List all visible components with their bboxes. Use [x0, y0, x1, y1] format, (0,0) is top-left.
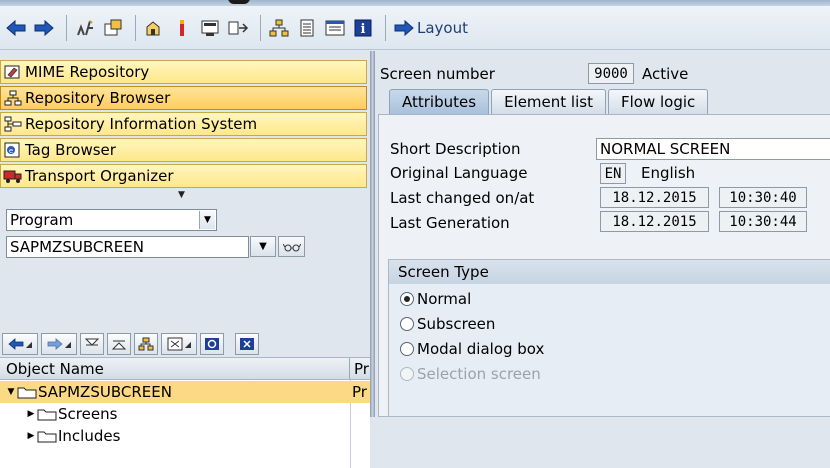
svg-text:e: e	[9, 147, 13, 155]
repository-browser-icon	[3, 89, 23, 107]
repository-info-system-button[interactable]: Repository Information System	[0, 112, 367, 136]
expanded-icon[interactable]: ▼	[6, 387, 16, 397]
tag-browser-icon: e	[3, 141, 23, 159]
chevron-down-icon[interactable]: ▼	[199, 211, 215, 229]
mime-repository-icon	[3, 63, 23, 81]
close-icon	[240, 338, 254, 350]
refresh-icon	[205, 338, 219, 350]
last-generation-date: 18.12.2015	[600, 211, 709, 232]
collapse-icon	[111, 340, 127, 350]
check-icon[interactable]	[142, 16, 166, 40]
repository-info-icon	[3, 115, 23, 133]
radio-normal[interactable]: Normal	[400, 290, 471, 308]
collapse-arrow-icon[interactable]: ▼	[178, 190, 185, 200]
object-name-input[interactable]: SAPMZSUBCREEN	[6, 236, 249, 258]
original-language-label: Original Language	[390, 164, 528, 182]
layout-arrow-icon	[394, 19, 414, 36]
tree-toolbar: ◢ ◢ ◢	[0, 332, 370, 356]
test-icon[interactable]	[198, 16, 222, 40]
language-code-field: EN	[600, 163, 626, 184]
svg-text:i: i	[361, 22, 366, 37]
radio-subscreen[interactable]: Subscreen	[400, 315, 495, 333]
language-name: English	[641, 164, 696, 182]
back-arrow-icon[interactable]	[4, 16, 28, 40]
screen-painter: Screen number 9000 Active Attributes Ele…	[375, 51, 830, 417]
folder-icon	[36, 406, 58, 422]
transport-organizer-icon	[3, 167, 23, 185]
object-list-icon[interactable]	[295, 16, 319, 40]
screen-type-group: Screen Type Normal Subscreen Modal dialo…	[388, 259, 830, 417]
object-name-dropdown-button[interactable]: ▼	[250, 236, 276, 257]
folder-icon	[16, 384, 38, 400]
hierarchy-icon	[138, 337, 154, 351]
last-changed-label: Last changed on/at	[390, 189, 535, 207]
collapsed-icon[interactable]: ▶	[26, 431, 36, 441]
tree-row[interactable]: ▼ SAPMZSUBCREEN Pr	[0, 381, 370, 403]
folder-icon	[36, 428, 58, 444]
chevron-down-icon: ▼	[259, 241, 267, 252]
back-arrow-icon	[8, 338, 24, 350]
expand-icon	[84, 338, 100, 346]
tree-back-button[interactable]: ◢	[2, 333, 38, 355]
other-object-icon[interactable]	[101, 16, 125, 40]
object-tree: ▼ SAPMZSUBCREEN Pr ▶ Screens ▶ Includes	[0, 380, 370, 468]
refresh-button[interactable]	[200, 333, 224, 355]
tree-header: Object Name Pr	[0, 357, 370, 380]
help-icon[interactable]: i	[351, 16, 375, 40]
tree-row[interactable]: ▶ Screens	[0, 403, 370, 425]
activate-icon[interactable]	[170, 16, 194, 40]
object-type-select[interactable]: Program ▼	[6, 209, 217, 231]
radio-icon[interactable]	[400, 342, 414, 356]
screen-number-field: 9000	[588, 63, 634, 84]
mime-repository-button[interactable]: MIME Repository	[0, 60, 367, 84]
last-generation-time: 10:30:44	[719, 211, 807, 232]
column-object-name[interactable]: Object Name	[0, 358, 350, 379]
forward-arrow-icon	[47, 338, 63, 350]
expand-all-button[interactable]	[80, 333, 104, 355]
collapsed-icon[interactable]: ▶	[26, 409, 36, 419]
repository-browser-button[interactable]: Repository Browser	[0, 86, 367, 110]
navigate-icon[interactable]	[267, 16, 291, 40]
worklist-button[interactable]: ◢	[161, 333, 197, 355]
short-description-label: Short Description	[390, 140, 521, 158]
radio-icon[interactable]	[400, 317, 414, 331]
layout-button[interactable]: Layout	[394, 19, 468, 37]
radio-modal-dialog[interactable]: Modal dialog box	[400, 340, 544, 358]
display-glasses-button[interactable]	[278, 236, 305, 257]
tab-element-list[interactable]: Element list	[491, 89, 606, 114]
radio-disabled-icon	[400, 367, 414, 381]
column-pr[interactable]: Pr	[350, 360, 369, 378]
tag-browser-button[interactable]: e Tag Browser	[0, 138, 367, 162]
tree-forward-button[interactable]: ◢	[41, 333, 77, 355]
tab-attributes[interactable]: Attributes	[389, 89, 490, 114]
radio-selected-icon[interactable]	[400, 292, 414, 306]
transport-organizer-button[interactable]: Transport Organizer	[0, 164, 367, 188]
forward-arrow-icon[interactable]	[32, 16, 56, 40]
short-description-field[interactable]: NORMAL SCREEN	[596, 138, 830, 160]
display-list-icon[interactable]	[323, 16, 347, 40]
tab-strip: Attributes Element list Flow logic	[389, 89, 710, 114]
last-changed-date: 18.12.2015	[600, 187, 709, 208]
screen-status: Active	[642, 65, 689, 83]
where-used-icon[interactable]	[226, 16, 250, 40]
last-generation-label: Last Generation	[390, 214, 510, 232]
edit-toggle-icon[interactable]	[73, 16, 97, 40]
worklist-icon	[167, 337, 183, 351]
tab-flow-logic[interactable]: Flow logic	[607, 89, 709, 114]
tree-row[interactable]: ▶ Includes	[0, 425, 370, 447]
collapse-all-button[interactable]	[107, 333, 131, 355]
last-changed-time: 10:30:40	[719, 187, 807, 208]
screen-number-label: Screen number	[380, 65, 495, 83]
glasses-icon	[282, 243, 301, 251]
radio-selection-screen: Selection screen	[400, 365, 541, 383]
object-navigator: MIME Repository Repository Browser Repos…	[0, 51, 372, 468]
close-tree-button[interactable]	[235, 333, 259, 355]
hierarchy-button[interactable]	[134, 333, 158, 355]
screen-type-title: Screen Type	[389, 260, 830, 284]
application-toolbar: i Layout	[0, 6, 830, 50]
